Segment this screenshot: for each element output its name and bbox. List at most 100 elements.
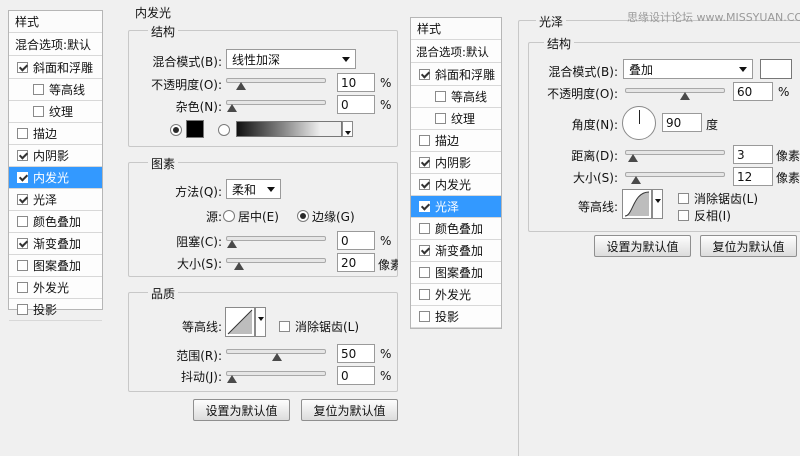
style-item-checkbox[interactable]	[419, 179, 430, 190]
contour-preview[interactable]	[225, 307, 255, 337]
style-list-item[interactable]: 投影	[9, 299, 102, 321]
set-default-button[interactable]: 设置为默认值	[193, 399, 290, 421]
satin-invert-checkbox-box[interactable]	[678, 210, 689, 221]
range-input[interactable]: 50	[337, 344, 375, 363]
style-list-item[interactable]: 光泽	[9, 189, 102, 211]
blend-options-item[interactable]: 混合选项:默认	[411, 41, 501, 63]
style-item-checkbox[interactable]	[419, 69, 430, 80]
style-item-checkbox[interactable]	[17, 150, 28, 161]
satin-size-slider-thumb[interactable]	[630, 176, 641, 184]
opacity-slider-thumb[interactable]	[236, 82, 246, 90]
noise-slider-thumb[interactable]	[227, 104, 237, 112]
satin-contour-dropdown[interactable]	[652, 189, 663, 219]
source-edge-radio[interactable]	[297, 210, 309, 222]
style-list-item[interactable]: 等高线	[411, 86, 501, 108]
style-list-item[interactable]: 描边	[411, 130, 501, 152]
style-item-checkbox[interactable]	[33, 106, 44, 117]
reset-default-button[interactable]: 复位为默认值	[301, 399, 398, 421]
opacity-input[interactable]: 10	[337, 73, 375, 92]
style-item-checkbox[interactable]	[419, 311, 430, 322]
style-item-checkbox[interactable]	[17, 304, 28, 315]
satin-antialias-checkbox[interactable]: 消除锯齿(L)	[678, 190, 758, 207]
style-list-item[interactable]: 颜色叠加	[411, 218, 501, 240]
range-slider[interactable]	[226, 349, 326, 361]
style-list-item[interactable]: 图案叠加	[411, 262, 501, 284]
style-item-checkbox[interactable]	[419, 157, 430, 168]
style-list-item[interactable]: 描边	[9, 123, 102, 145]
angle-dial[interactable]	[622, 106, 656, 140]
satin-opacity-slider[interactable]	[625, 88, 725, 100]
style-item-checkbox[interactable]	[17, 194, 28, 205]
satin-blend-mode-select[interactable]: 叠加	[623, 59, 753, 79]
style-item-checkbox[interactable]	[17, 260, 28, 271]
satin-opacity-slider-thumb[interactable]	[680, 92, 690, 100]
satin-set-default-button[interactable]: 设置为默认值	[594, 235, 691, 257]
style-list-item[interactable]: 斜面和浮雕	[9, 57, 102, 79]
style-list-item[interactable]: 渐变叠加	[9, 233, 102, 255]
jitter-input[interactable]: 0	[337, 366, 375, 385]
size-slider-thumb[interactable]	[234, 262, 245, 270]
style-list-item[interactable]: 等高线	[9, 79, 102, 101]
jitter-slider[interactable]	[226, 371, 326, 383]
satin-distance-input[interactable]: 3	[733, 145, 773, 164]
style-item-checkbox[interactable]	[435, 113, 446, 124]
satin-color-swatch[interactable]	[760, 59, 792, 79]
satin-distance-slider[interactable]	[625, 150, 725, 162]
size-input[interactable]: 20	[337, 253, 375, 272]
color-fill-radio[interactable]	[170, 124, 182, 136]
size-slider[interactable]	[226, 258, 326, 270]
style-item-checkbox[interactable]	[419, 245, 430, 256]
choke-slider[interactable]	[226, 236, 326, 248]
style-list-item[interactable]: 外发光	[9, 277, 102, 299]
style-item-checkbox[interactable]	[17, 62, 28, 73]
satin-contour-preview[interactable]	[622, 189, 652, 219]
gradient-dropdown[interactable]	[342, 121, 353, 137]
style-list-item[interactable]: 外发光	[411, 284, 501, 306]
style-item-checkbox[interactable]	[33, 84, 44, 95]
blend-mode-select[interactable]: 线性加深	[226, 49, 356, 69]
gradient-fill-radio[interactable]	[218, 124, 230, 136]
range-slider-thumb[interactable]	[272, 353, 282, 361]
source-center-radio[interactable]	[223, 210, 235, 222]
satin-reset-default-button[interactable]: 复位为默认值	[700, 235, 797, 257]
method-select[interactable]: 柔和	[226, 179, 281, 199]
satin-size-input[interactable]: 12	[733, 167, 773, 186]
satin-antialias-checkbox-box[interactable]	[678, 193, 689, 204]
satin-angle-input[interactable]: 90	[662, 113, 702, 132]
satin-invert-checkbox[interactable]: 反相(I)	[678, 207, 731, 224]
style-item-checkbox[interactable]	[17, 128, 28, 139]
style-list-item[interactable]: 内阴影	[9, 145, 102, 167]
opacity-slider[interactable]	[226, 78, 326, 90]
style-list-item[interactable]: 图案叠加	[9, 255, 102, 277]
style-list-item[interactable]: 纹理	[411, 108, 501, 130]
style-list-item[interactable]: 光泽	[411, 196, 501, 218]
style-item-checkbox[interactable]	[419, 223, 430, 234]
style-item-checkbox[interactable]	[17, 216, 28, 227]
style-item-checkbox[interactable]	[17, 238, 28, 249]
blend-options-item[interactable]: 混合选项:默认	[9, 34, 102, 56]
choke-input[interactable]: 0	[337, 231, 375, 250]
satin-size-slider[interactable]	[625, 172, 725, 184]
jitter-slider-thumb[interactable]	[227, 375, 237, 383]
style-item-checkbox[interactable]	[419, 267, 430, 278]
style-list-item[interactable]: 渐变叠加	[411, 240, 501, 262]
style-list-item[interactable]: 纹理	[9, 101, 102, 123]
satin-opacity-input[interactable]: 60	[733, 82, 773, 101]
style-item-checkbox[interactable]	[419, 135, 430, 146]
style-item-checkbox[interactable]	[419, 289, 430, 300]
style-item-checkbox[interactable]	[435, 91, 446, 102]
style-list-item[interactable]: 内发光	[411, 174, 501, 196]
style-item-checkbox[interactable]	[419, 201, 430, 212]
satin-distance-slider-thumb[interactable]	[627, 154, 638, 162]
style-item-checkbox[interactable]	[17, 282, 28, 293]
style-list-item[interactable]: 内发光	[9, 167, 102, 189]
noise-slider[interactable]	[226, 100, 326, 112]
glow-gradient-swatch[interactable]	[236, 121, 342, 137]
antialias-checkbox[interactable]: 消除锯齿(L)	[279, 318, 359, 335]
noise-input[interactable]: 0	[337, 95, 375, 114]
style-list-item[interactable]: 颜色叠加	[9, 211, 102, 233]
antialias-checkbox-box[interactable]	[279, 321, 290, 332]
choke-slider-thumb[interactable]	[227, 240, 237, 248]
style-list-item[interactable]: 内阴影	[411, 152, 501, 174]
style-item-checkbox[interactable]	[17, 172, 28, 183]
